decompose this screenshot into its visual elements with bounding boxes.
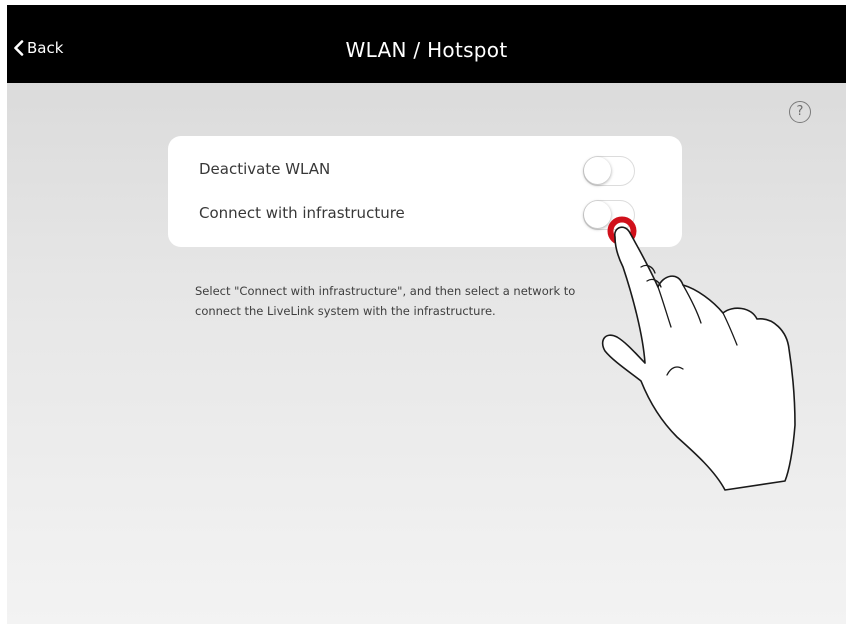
app-screen: Back WLAN / Hotspot ? Deactivate WLAN Co…: [7, 5, 846, 624]
tap-hand-icon: [601, 216, 796, 491]
